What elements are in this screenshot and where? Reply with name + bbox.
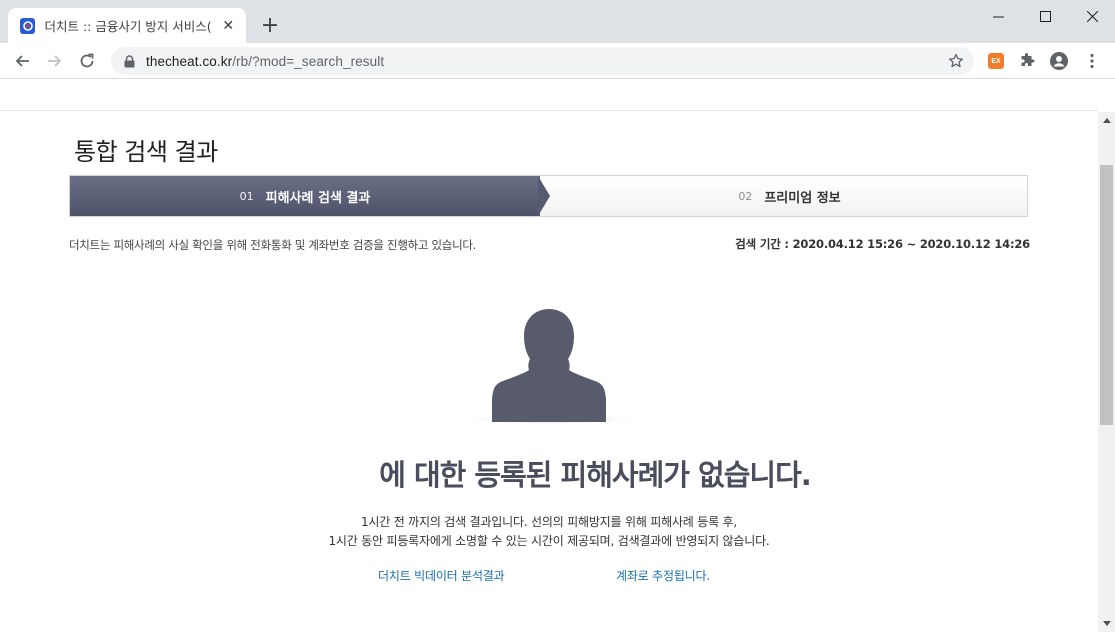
url-text: thecheat.co.kr/rb/?mod=_search_result (146, 54, 384, 69)
header-divider (0, 110, 1098, 111)
page-content: 통합 검색 결과 01 피해사례 검색 결과 02 프리미엄 정보 더치트는 피… (0, 80, 1098, 632)
account-estimate-link[interactable]: 계좌로 추정됩니다. (616, 567, 710, 584)
url-path: /rb/?mod=_search_result (232, 53, 385, 69)
reload-icon (80, 53, 94, 68)
forward-button[interactable] (42, 48, 68, 74)
menu-kebab-icon[interactable] (1083, 52, 1101, 70)
step-1-label: 피해사례 검색 결과 (265, 190, 371, 206)
close-window-button[interactable] (1069, 0, 1115, 32)
tab-close-icon[interactable]: ✕ (221, 18, 236, 34)
step-2-number: 02 (738, 189, 753, 203)
no-results-headline: 에 대한 등록된 피해사례가 없습니다. (379, 458, 812, 492)
search-period: 검색 기간 : 2020.04.12 15:26 ~ 2020.10.12 14… (735, 236, 1030, 252)
scrollbar-thumb[interactable] (1100, 165, 1113, 425)
verification-notice: 더치트는 피해사례의 사실 확인을 위해 전화통화 및 계좌번호 검증을 진행하… (69, 238, 476, 252)
url-host: thecheat.co.kr (146, 53, 233, 69)
back-arrow-icon (15, 55, 29, 67)
page-scrollbar[interactable] (1098, 112, 1115, 632)
browser-toolbar: thecheat.co.kr/rb/?mod=_search_result EX (0, 43, 1115, 79)
step-indicator: 01 피해사례 검색 결과 02 프리미엄 정보 (69, 175, 1028, 217)
lock-icon[interactable] (122, 54, 136, 68)
page-title: 통합 검색 결과 (74, 138, 218, 166)
scroll-up-icon[interactable] (1098, 112, 1115, 129)
extensions-puzzle-icon[interactable] (1018, 52, 1036, 70)
search-period-value: 2020.04.12 15:26 ~ 2020.10.12 14:26 (792, 237, 1031, 251)
site-favicon-icon (20, 17, 36, 34)
step-1-search-results[interactable]: 01 피해사례 검색 결과 (70, 176, 540, 216)
info-line-2: 1시간 동안 피등록자에게 소명할 수 있는 시간이 제공되며, 검색결과에 반… (328, 534, 770, 548)
step-2-premium-info[interactable]: 02 프리미엄 정보 (552, 176, 1027, 216)
search-period-label: 검색 기간 : (735, 237, 789, 251)
bookmark-star-icon[interactable] (948, 53, 964, 69)
user-silhouette-icon (459, 309, 639, 425)
step-2-label: 프리미엄 정보 (764, 190, 841, 206)
address-bar[interactable]: thecheat.co.kr/rb/?mod=_search_result (111, 47, 974, 75)
extension-ex[interactable]: EX (987, 52, 1005, 70)
tab-strip: 더치트 :: 금융사기 방지 서비스( ✕ + (0, 0, 1115, 43)
scroll-down-icon[interactable] (1098, 615, 1115, 632)
bigdata-analysis-link[interactable]: 더치트 빅데이터 분석결과 (378, 567, 505, 584)
profile-avatar-icon[interactable] (1050, 52, 1068, 70)
browser-tab[interactable]: 더치트 :: 금융사기 방지 서비스( ✕ (8, 8, 246, 43)
step-arrow-icon (538, 176, 550, 216)
minimize-button[interactable] (975, 0, 1021, 32)
step-1-number: 01 (239, 189, 254, 203)
new-tab-button[interactable]: + (258, 13, 282, 38)
back-button[interactable] (9, 48, 35, 74)
maximize-button[interactable] (1022, 0, 1068, 32)
reload-button[interactable] (74, 48, 100, 74)
ex-extension-icon: EX (988, 53, 1004, 69)
tab-title: 더치트 :: 금융사기 방지 서비스( (44, 19, 212, 34)
info-line-1: 1시간 전 까지의 검색 결과입니다. 선의의 피해방지를 위해 피해사례 등록… (360, 515, 737, 529)
forward-arrow-icon (48, 55, 62, 67)
